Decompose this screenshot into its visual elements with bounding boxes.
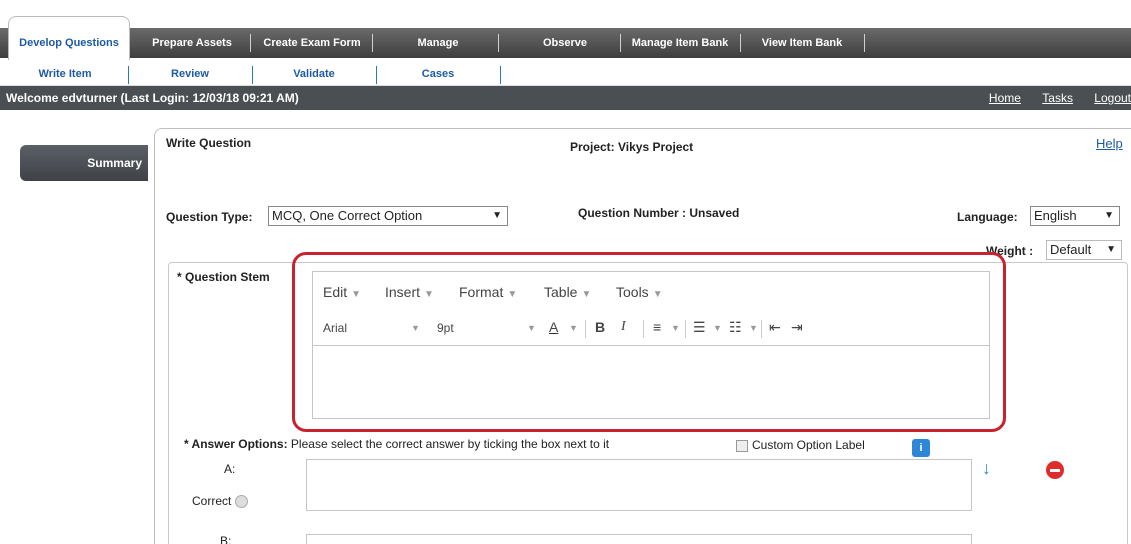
language-select[interactable]: English ▼ <box>1030 206 1120 226</box>
custom-option-label[interactable]: Custom Option Label <box>736 438 865 452</box>
option-a-correct[interactable]: Correct <box>192 494 249 509</box>
chevron-down-icon: ▼ <box>1106 244 1116 255</box>
tab-observe[interactable]: Observe <box>520 28 610 58</box>
sub-navigation: Write Item Review Validate Cases <box>0 62 1131 86</box>
tasks-link[interactable]: Tasks <box>1042 91 1073 105</box>
option-b-label: B: <box>220 534 232 544</box>
tab-separator <box>740 34 741 52</box>
tab-develop-questions[interactable]: Develop Questions <box>8 16 130 60</box>
arrow-down-icon[interactable]: ↓ <box>982 458 991 479</box>
tab-manage-item-bank[interactable]: Manage Item Bank <box>624 28 736 58</box>
panel-title: Write Question <box>166 136 252 150</box>
remove-icon[interactable] <box>1046 461 1064 479</box>
tab-prepare-assets[interactable]: Prepare Assets <box>140 28 244 58</box>
header-links: Home Tasks Logout <box>971 91 1131 105</box>
answer-instruction: Please select the correct answer by tick… <box>290 437 610 451</box>
correct-label: Correct <box>192 494 232 508</box>
top-navigation: Develop Questions Prepare Assets Create … <box>0 0 1131 62</box>
custom-label-text: Custom Option Label <box>752 438 865 452</box>
subtab-separator <box>376 66 377 84</box>
tab-develop-questions-label: Develop Questions <box>19 37 119 49</box>
question-number: Question Number : Unsaved <box>578 206 740 220</box>
subtab-separator <box>128 66 129 84</box>
tab-manage[interactable]: Manage <box>390 28 486 58</box>
project-name: Project: Vikys Project <box>570 140 694 154</box>
custom-label-checkbox[interactable] <box>736 439 748 452</box>
summary-button[interactable]: Summary <box>20 145 148 181</box>
home-link[interactable]: Home <box>989 91 1021 105</box>
tab-separator <box>250 34 251 52</box>
question-type-value: MCQ, One Correct Option <box>272 208 423 223</box>
subtab-validate[interactable]: Validate <box>262 62 366 86</box>
language-label: Language: <box>957 210 1018 224</box>
option-b-input[interactable] <box>306 534 972 544</box>
answer-options-header: * Answer Options: Please select the corr… <box>184 437 609 451</box>
tab-separator <box>620 34 621 52</box>
info-icon[interactable]: i <box>912 439 930 457</box>
weight-value: Default <box>1050 242 1092 257</box>
welcome-bar: Welcome edvturner (Last Login: 12/03/18 … <box>0 86 1131 110</box>
highlight-annotation <box>292 252 1006 432</box>
subtab-review[interactable]: Review <box>140 62 240 86</box>
subtab-separator <box>500 66 501 84</box>
tab-separator <box>498 34 499 52</box>
help-link[interactable]: Help <box>1096 136 1123 151</box>
tab-create-exam-form[interactable]: Create Exam Form <box>254 28 370 58</box>
weight-select[interactable]: Default ▼ <box>1046 240 1122 260</box>
chevron-down-icon: ▼ <box>492 210 502 221</box>
tab-separator <box>864 34 865 52</box>
tab-view-item-bank[interactable]: View Item Bank <box>746 28 858 58</box>
language-value: English <box>1034 208 1077 223</box>
answer-options-label: * Answer Options: <box>184 437 288 451</box>
correct-radio[interactable] <box>235 495 249 509</box>
option-a-label: A: <box>224 462 236 476</box>
chevron-down-icon: ▼ <box>1104 210 1114 221</box>
welcome-text: Welcome edvturner (Last Login: 12/03/18 … <box>6 91 299 105</box>
question-type-select[interactable]: MCQ, One Correct Option ▼ <box>268 206 508 226</box>
tab-separator <box>372 34 373 52</box>
option-a-input[interactable] <box>306 459 972 511</box>
subtab-cases[interactable]: Cases <box>386 62 490 86</box>
logout-link[interactable]: Logout <box>1094 91 1131 105</box>
subtab-write-item[interactable]: Write Item <box>20 62 110 86</box>
question-stem-label: * Question Stem <box>177 270 270 284</box>
subtab-separator <box>252 66 253 84</box>
question-type-label: Question Type: <box>166 210 253 224</box>
